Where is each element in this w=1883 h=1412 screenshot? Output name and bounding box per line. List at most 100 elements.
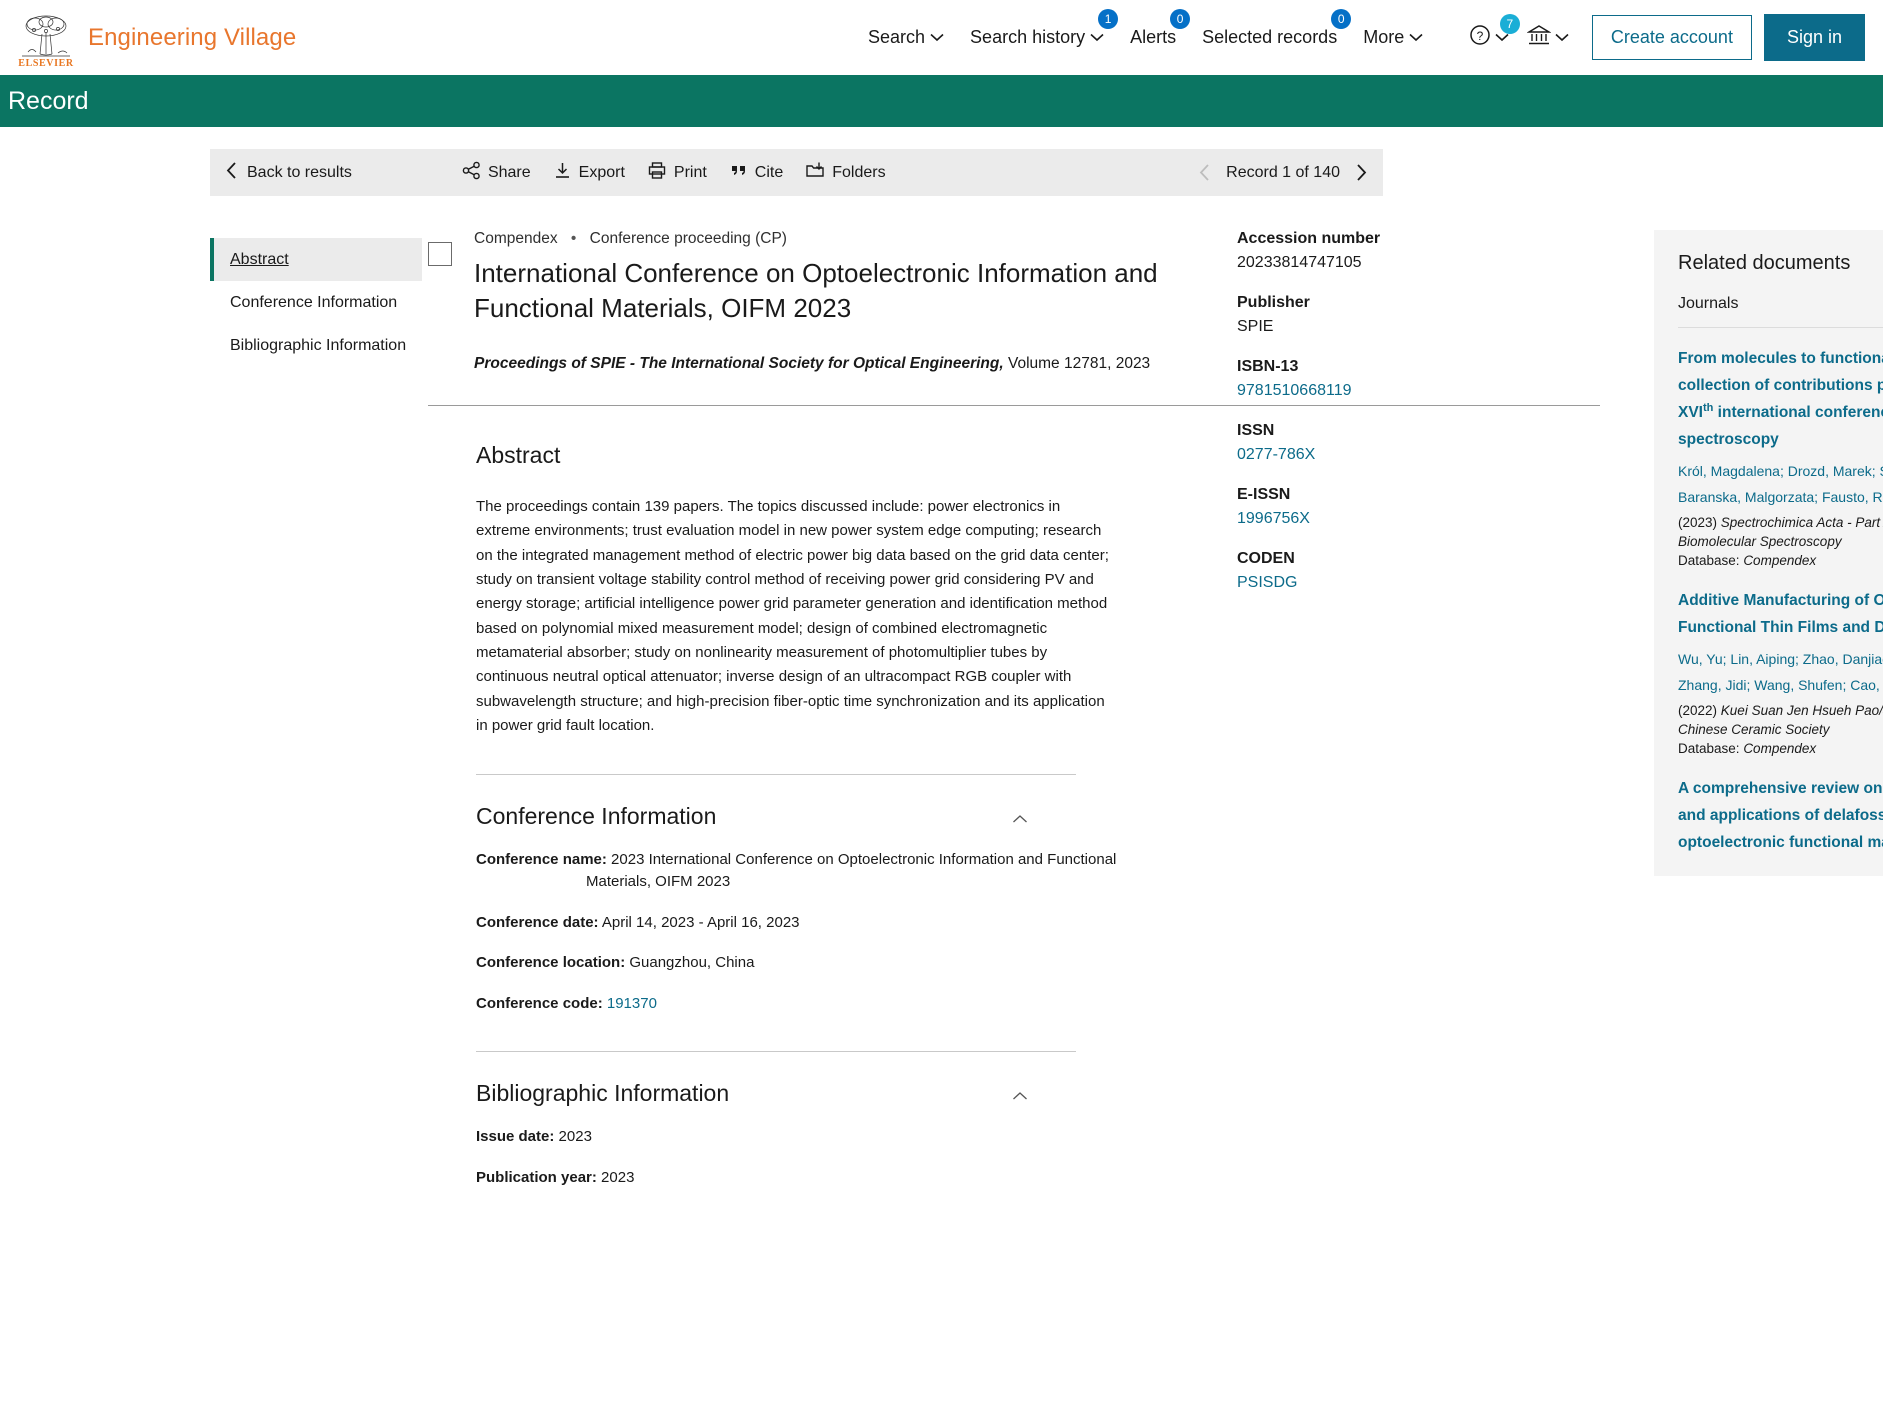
cite-button[interactable]: Cite (729, 161, 783, 185)
conference-information-section: Conference Information Conference name: … (476, 803, 1218, 1015)
folders-button[interactable]: Folders (805, 161, 886, 185)
publication-year-value: 2023 (601, 1168, 635, 1186)
record-metadata-panel: Accession number 20233814747105 Publishe… (1237, 230, 1557, 592)
help-menu[interactable]: ? 7 (1460, 0, 1520, 75)
related-item-authors-line1: Wu, Yu; Lin, Aiping; Zhao, Danjiao; Fan,… (1678, 650, 1883, 667)
bibliographic-information-heading[interactable]: Bibliographic Information (476, 1080, 1218, 1107)
nav-selected-records[interactable]: Selected records 0 (1189, 0, 1352, 75)
record-title: International Conference on Optoelectron… (474, 258, 1158, 323)
coden-label: CODEN (1237, 550, 1295, 567)
related-documents-title: Related documents (1678, 252, 1851, 274)
conference-date-row: Conference date: April 14, 2023 - April … (476, 912, 1218, 934)
institution-menu[interactable] (1518, 0, 1578, 75)
related-group-journals-label: Journals (1678, 295, 1739, 312)
download-icon (553, 161, 572, 185)
accession-number-label: Accession number (1237, 230, 1381, 247)
nav-more-label: More (1363, 27, 1405, 47)
page-title: Record (8, 86, 89, 115)
nav-alerts[interactable]: Alerts 0 (1117, 0, 1191, 75)
elsevier-tree-icon (22, 15, 70, 56)
related-item: From molecules to functional materials: … (1678, 328, 1883, 570)
selected-records-badge: 0 (1331, 9, 1352, 29)
chevron-up-icon[interactable] (1012, 803, 1028, 830)
related-item-database-label: Database: (1678, 741, 1740, 757)
nav-search[interactable]: Search (855, 0, 957, 75)
related-item-database-label: Database: (1678, 553, 1740, 569)
nav-search-history-label: Search history (970, 27, 1086, 47)
related-item-title[interactable]: A comprehensive review on the preparatio… (1678, 776, 1883, 856)
share-icon (462, 161, 481, 185)
brand-logo[interactable]: ELSEVIER Engineering Village (18, 7, 296, 69)
help-badge: 7 (1499, 14, 1520, 34)
issue-date-row: Issue date: 2023 (476, 1126, 1218, 1148)
publication-year-row: Publication year: 2023 (476, 1167, 1218, 1189)
conference-code-row: Conference code: 191370 (476, 993, 1218, 1015)
related-item-title[interactable]: From molecules to functional materials: … (1678, 346, 1883, 454)
alerts-badge: 0 (1170, 9, 1191, 29)
record-content: Abstract Conference Information Bibliogr… (0, 196, 1883, 1188)
eissn-label: E-ISSN (1237, 486, 1291, 503)
related-item-authors[interactable]: Król, Magdalena; Drozd, Marek; Stoch, Pa… (1678, 458, 1883, 511)
record-database: Compendex (474, 230, 558, 247)
sidebar-item-abstract[interactable]: Abstract (210, 238, 422, 282)
svg-text:?: ? (1477, 29, 1484, 43)
chevron-left-icon (226, 161, 237, 184)
chevron-up-icon[interactable] (1012, 1080, 1028, 1107)
issn-label: ISSN (1237, 422, 1275, 439)
chevron-down-icon (1555, 33, 1569, 42)
next-record-button[interactable] (1356, 164, 1367, 181)
issn-value[interactable]: 0277-786X (1237, 446, 1557, 464)
isbn13-value[interactable]: 9781510668119 (1237, 382, 1557, 400)
related-group-journals[interactable]: Journals (1678, 295, 1883, 328)
record-doctype: Conference proceeding (CP) (589, 230, 787, 247)
related-item-database: Database: Compendex (1678, 739, 1883, 758)
chevron-down-icon (930, 33, 944, 42)
related-item: A comprehensive review on the preparatio… (1678, 758, 1883, 856)
conference-information-heading[interactable]: Conference Information (476, 803, 1218, 830)
conference-location-label: Conference location: (476, 954, 626, 972)
record-publication-volume: Volume 12781, 2023 (1003, 355, 1151, 373)
related-item-database: Database: Compendex (1678, 551, 1883, 570)
accession-number-value: 20233814747105 (1237, 254, 1362, 271)
related-item-title[interactable]: Additive Manufacturing of Optoelectronic… (1678, 588, 1883, 641)
nav-search-history[interactable]: Search history 1 (957, 0, 1119, 75)
eissn-value[interactable]: 1996756X (1237, 510, 1557, 528)
print-button[interactable]: Print (647, 161, 707, 185)
related-item-source: (2023) Spectrochimica Acta - Part A: Mol… (1678, 513, 1883, 551)
back-to-results-button[interactable]: Back to results (226, 161, 352, 184)
conference-name-value-line2: Materials, OIFM 2023 (586, 872, 731, 890)
conference-information-heading-label: Conference Information (476, 803, 717, 830)
previous-record-button[interactable] (1199, 164, 1210, 181)
related-item: Additive Manufacturing of Optoelectronic… (1678, 570, 1883, 758)
share-button[interactable]: Share (462, 161, 531, 185)
share-label: Share (487, 163, 531, 181)
isbn13-label: ISBN-13 (1237, 358, 1299, 375)
nav-alerts-label: Alerts (1130, 27, 1177, 47)
conference-date-value: April 14, 2023 - April 16, 2023 (601, 913, 800, 931)
conference-location-row: Conference location: Guangzhou, China (476, 952, 1218, 974)
print-label: Print (673, 163, 707, 181)
create-account-button[interactable]: Create account (1591, 15, 1752, 60)
bibliographic-information-heading-label: Bibliographic Information (476, 1079, 730, 1106)
conference-code-value[interactable]: 191370 (607, 995, 657, 1012)
page-title-bar: Record (0, 75, 1883, 127)
sign-in-button[interactable]: Sign in (1763, 14, 1865, 61)
issue-date-label: Issue date: (476, 1127, 555, 1145)
select-record-checkbox[interactable] (428, 242, 452, 266)
coden-value[interactable]: PSISDG (1237, 574, 1557, 592)
folder-add-icon (805, 161, 825, 185)
folders-label: Folders (832, 163, 886, 181)
export-label: Export (578, 163, 625, 181)
record-detail-left: Abstract The proceedings contain 139 pap… (428, 442, 1218, 1188)
conference-name-row: Conference name: 2023 International Conf… (476, 849, 1218, 893)
nav-more[interactable]: More (1350, 0, 1436, 75)
related-item-authors-line2: Zhang, Jidi; Wang, Shufen; Cao, Lei; Gu,… (1678, 677, 1883, 694)
related-item-authors-line2: Baranska, Malgorzata; Fausto, Rui; Gordo… (1678, 489, 1883, 506)
nav-selected-records-label: Selected records (1202, 27, 1338, 47)
export-button[interactable]: Export (553, 161, 625, 185)
related-item-authors[interactable]: Wu, Yu; Lin, Aiping; Zhao, Danjiao; Fan,… (1678, 646, 1883, 699)
sidebar-item-conference-information[interactable]: Conference Information (210, 281, 422, 324)
sidebar-item-bibliographic-information[interactable]: Bibliographic Information (210, 324, 422, 367)
record-publication-name: Proceedings of SPIE - The International … (474, 355, 1004, 373)
bibliographic-information-section: Bibliographic Information Issue date: 20… (476, 1080, 1218, 1189)
